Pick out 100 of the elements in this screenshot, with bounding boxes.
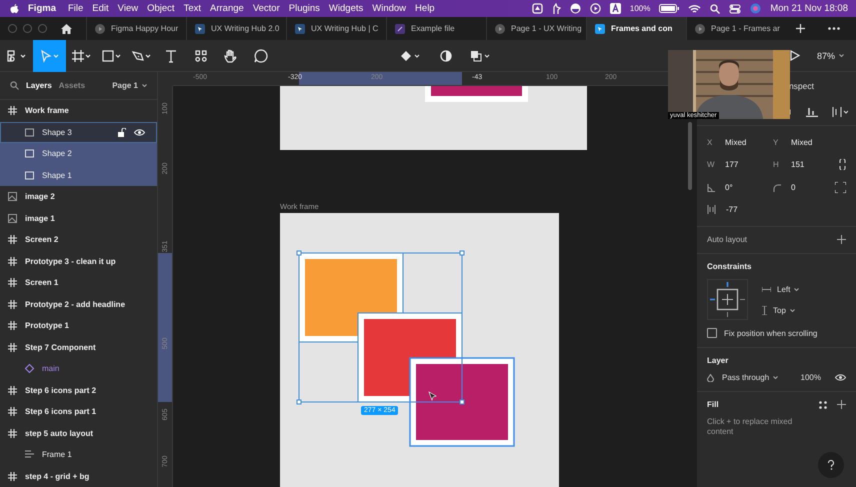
play-circle-icon bbox=[95, 24, 105, 34]
lock-icon[interactable] bbox=[118, 128, 126, 137]
layer-row[interactable]: main bbox=[0, 358, 157, 380]
layer-row[interactable]: Prototype 2 - add headline bbox=[0, 294, 157, 315]
drop-icon bbox=[707, 374, 714, 382]
menu-item[interactable]: Object bbox=[147, 3, 175, 14]
file-icon bbox=[395, 24, 405, 34]
battery-icon[interactable] bbox=[659, 4, 680, 13]
panel-tab[interactable]: Layers bbox=[26, 81, 52, 90]
menu-item[interactable]: Figma bbox=[28, 3, 56, 14]
menu-item[interactable]: File bbox=[68, 3, 84, 14]
layer-row[interactable]: Work frame bbox=[0, 100, 157, 122]
auto-layout-icon bbox=[25, 450, 34, 460]
play-circle-icon[interactable] bbox=[590, 3, 601, 14]
layer-row[interactable]: Frame 1 bbox=[0, 444, 157, 466]
add-icon[interactable] bbox=[837, 400, 846, 409]
menu-item[interactable]: Text bbox=[184, 3, 201, 14]
checkbox[interactable] bbox=[707, 328, 717, 338]
property-field[interactable]: H 151 bbox=[773, 160, 833, 169]
layer-row[interactable]: Shape 1 bbox=[0, 164, 157, 186]
property-field[interactable]: 0° bbox=[707, 183, 773, 192]
menu-item[interactable]: Window bbox=[372, 3, 406, 14]
frame-icon bbox=[8, 472, 17, 481]
clock: Mon 21 Nov 18:08 bbox=[770, 3, 848, 14]
more-icon[interactable] bbox=[828, 27, 840, 30]
play-icon[interactable] bbox=[790, 50, 800, 61]
file-icon bbox=[595, 24, 605, 34]
control-center-icon[interactable] bbox=[729, 4, 742, 14]
vertical-constraint-dropdown[interactable]: Top bbox=[762, 306, 800, 314]
siri-icon[interactable] bbox=[750, 3, 762, 14]
constrain-proportions-icon[interactable] bbox=[839, 159, 846, 170]
menu-item[interactable]: Widgets bbox=[328, 3, 364, 14]
menu-item[interactable]: Vector bbox=[252, 3, 280, 14]
section-title: Auto layout bbox=[707, 235, 748, 244]
panel-tab[interactable]: Assets bbox=[58, 81, 86, 90]
hand-gesture-icon[interactable] bbox=[552, 2, 561, 14]
zoom-menu[interactable]: 87% bbox=[816, 50, 844, 60]
constraints-widget[interactable] bbox=[707, 279, 748, 320]
search-icon[interactable] bbox=[710, 4, 720, 14]
layer-row[interactable]: step 4 - grid + bg bbox=[0, 466, 157, 487]
drive-icon[interactable] bbox=[532, 3, 543, 14]
help-button[interactable] bbox=[818, 452, 844, 478]
distribute-icon[interactable] bbox=[832, 107, 848, 117]
layer-row[interactable]: image 2 bbox=[0, 186, 157, 208]
property-field[interactable]: Y Mixed bbox=[773, 138, 833, 147]
property-field[interactable]: -77 bbox=[707, 205, 773, 214]
layer-row[interactable]: Prototype 3 - clean it up bbox=[0, 250, 157, 272]
add-tab-icon[interactable] bbox=[796, 24, 805, 33]
menu-item[interactable]: Plugins bbox=[288, 3, 320, 14]
add-icon[interactable] bbox=[837, 235, 846, 244]
section-title: Constraints bbox=[707, 262, 752, 271]
frame-icon bbox=[70, 48, 92, 62]
rectangle[interactable] bbox=[409, 357, 515, 447]
page-menu[interactable]: Page 1 bbox=[112, 81, 147, 90]
home-icon[interactable] bbox=[61, 24, 72, 34]
horizontal-constraint-dropdown[interactable]: Left bbox=[762, 284, 800, 294]
boolean-icon[interactable] bbox=[470, 50, 492, 62]
property-field[interactable]: 0 bbox=[773, 183, 833, 192]
wifi-icon[interactable] bbox=[688, 4, 702, 14]
layer-row[interactable]: Screen 2 bbox=[0, 229, 157, 250]
caret-icon bbox=[142, 84, 147, 87]
menu-item[interactable]: Help bbox=[415, 3, 435, 14]
selection-box[interactable] bbox=[296, 250, 464, 404]
apple-icon[interactable] bbox=[10, 4, 19, 14]
play-circle-icon bbox=[695, 24, 705, 34]
frame-icon bbox=[8, 321, 17, 330]
layer-row[interactable]: image 1 bbox=[0, 208, 157, 229]
circle-icon[interactable] bbox=[570, 3, 581, 14]
component-icon[interactable] bbox=[400, 50, 422, 62]
menu-item[interactable]: Edit bbox=[92, 3, 109, 14]
layer-row[interactable]: Step 6 icons part 1 bbox=[0, 401, 157, 422]
frame-icon bbox=[8, 407, 17, 416]
menu-item[interactable]: Arrange bbox=[210, 3, 244, 14]
layer-row[interactable]: Step 6 icons part 2 bbox=[0, 380, 157, 401]
file-tab[interactable]: Frames and con bbox=[586, 17, 686, 40]
search-icon[interactable] bbox=[10, 81, 19, 90]
styles-icon[interactable] bbox=[819, 400, 827, 408]
frame[interactable] bbox=[280, 86, 587, 150]
layer-row[interactable]: Shape 3 bbox=[0, 122, 157, 143]
corners-icon[interactable] bbox=[835, 182, 846, 193]
menu-item[interactable]: View bbox=[118, 3, 138, 14]
blend-mode-dropdown[interactable]: Pass through bbox=[722, 373, 778, 382]
contrast-icon[interactable] bbox=[440, 50, 452, 62]
property-field[interactable]: W 177 bbox=[707, 160, 773, 169]
caret-icon bbox=[839, 54, 844, 57]
opacity-field[interactable]: 100% bbox=[800, 373, 821, 382]
layer-row[interactable]: Screen 1 bbox=[0, 272, 157, 294]
align-bottom-icon[interactable] bbox=[806, 107, 818, 117]
layer-row[interactable]: step 5 auto layout bbox=[0, 422, 157, 444]
file-icon bbox=[295, 24, 305, 34]
keyboard-input-icon[interactable] bbox=[610, 3, 621, 14]
battery-percentage: 100% bbox=[630, 4, 650, 13]
frame-icon bbox=[8, 256, 17, 266]
layer-row[interactable]: Prototype 1 bbox=[0, 315, 157, 336]
layer-row[interactable]: Step 7 Component bbox=[0, 336, 157, 358]
scrollbar[interactable] bbox=[688, 122, 692, 190]
hand-icon bbox=[224, 48, 238, 62]
layer-row[interactable]: Shape 2 bbox=[0, 143, 157, 164]
property-field[interactable]: X Mixed bbox=[707, 138, 773, 147]
eye-icon[interactable] bbox=[835, 374, 846, 381]
